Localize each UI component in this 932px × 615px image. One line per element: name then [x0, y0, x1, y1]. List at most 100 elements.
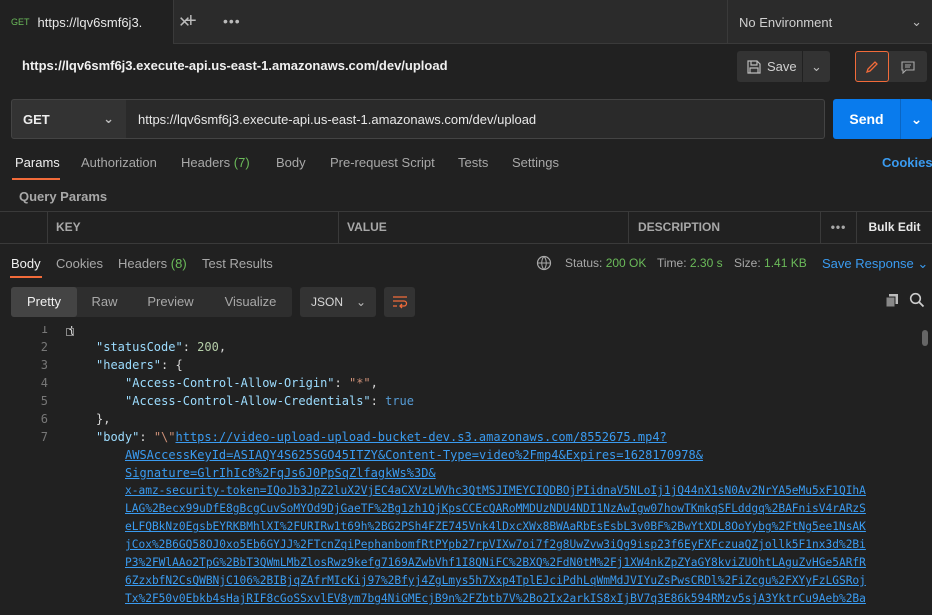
line-number: 7	[40, 430, 48, 444]
line-number: 5	[40, 394, 48, 408]
fold-toggle-icon[interactable]	[66, 328, 74, 336]
line-number: 3	[40, 358, 48, 372]
tab-params[interactable]: Params	[15, 155, 60, 170]
tab-headers-count: (7)	[233, 155, 250, 170]
presigned-url-link[interactable]: jCox%2B6GQ58OJ0xo5Eb6GYJJ%2FTcnZqiPephan…	[125, 536, 866, 554]
environment-selector[interactable]: No Environment ⌄	[727, 0, 932, 44]
tab-body[interactable]: Body	[276, 155, 306, 170]
tab-method: GET	[11, 17, 30, 27]
presigned-url-link[interactable]: https://video-upload-upload-bucket-dev.s…	[176, 430, 667, 444]
send-button[interactable]: Send	[833, 99, 901, 139]
scrollbar-thumb[interactable]	[922, 330, 928, 346]
url-input[interactable]: https://lqv6smf6j3.execute-api.us-east-1…	[126, 99, 825, 139]
active-response-tab-indicator	[10, 276, 42, 278]
presigned-url-link[interactable]: Signature=GlrIhIc8%2FqJs6J0PpSqZlfagkWs%…	[125, 464, 436, 482]
new-tab-plus-icon[interactable]: +	[185, 10, 197, 33]
response-body-viewer[interactable]: 1{ 2 "statusCode": 200, 3 "headers": { 4 "A…	[0, 326, 932, 615]
presigned-url-link[interactable]: Tx%2F50v0Ebkb4sHajRIF8cGoSSxvlEV8ym7bg4N…	[125, 590, 866, 608]
wrap-icon	[392, 296, 407, 309]
comments-button[interactable]	[889, 51, 927, 82]
status-value: 200 OK	[605, 256, 647, 270]
response-tab-headers[interactable]: Headers (8)	[118, 256, 187, 271]
row-checkbox-column	[0, 212, 48, 243]
save-label: Save	[767, 59, 797, 74]
language-select[interactable]: JSON ⌄	[300, 287, 376, 317]
method-select[interactable]: GET ⌄	[11, 99, 127, 139]
save-button[interactable]: Save	[737, 51, 803, 82]
request-tab[interactable]: GET https://lqv6smf6j3. ✕	[0, 0, 191, 44]
request-tabs: Params Authorization Headers (7) Body Pr…	[0, 155, 932, 177]
edit-mode-button[interactable]	[855, 51, 889, 82]
globe-icon[interactable]	[536, 255, 552, 274]
search-icon[interactable]	[909, 292, 925, 311]
cookies-link[interactable]: Cookies	[882, 155, 932, 170]
line-number: 2	[40, 340, 48, 354]
column-value: VALUE	[339, 212, 629, 243]
environment-label: No Environment	[739, 14, 833, 30]
response-tab-test-results[interactable]: Test Results	[202, 256, 273, 271]
tab-tests[interactable]: Tests	[458, 155, 488, 170]
view-mode-toggle	[855, 51, 927, 82]
response-tab-cookies[interactable]: Cookies	[56, 256, 103, 271]
tab-authorization[interactable]: Authorization	[81, 155, 157, 170]
params-table-header: KEY VALUE DESCRIPTION ••• Bulk Edit	[0, 211, 932, 244]
more-tabs-icon[interactable]: •••	[223, 13, 241, 29]
comment-icon	[901, 60, 915, 74]
status-label: Status:	[565, 256, 603, 270]
json-value: "\"	[153, 430, 176, 444]
line-number: 4	[40, 376, 48, 390]
save-button-group: Save ⌄	[737, 51, 830, 82]
save-response-button[interactable]: Save Response ⌄	[822, 256, 928, 272]
json-key: "Access-Control-Allow-Credentials"	[125, 394, 371, 408]
save-response-label: Save Response	[822, 256, 914, 271]
json-value: 200	[197, 340, 219, 354]
query-params-title: Query Params	[19, 189, 108, 204]
json-key: "headers"	[96, 358, 162, 372]
line-number: 1	[40, 326, 48, 336]
column-key: KEY	[48, 212, 339, 243]
pencil-icon	[865, 60, 878, 73]
presigned-url-link[interactable]: AWSAccessKeyId=ASIAQY4S625SGO45ITZY&Cont…	[125, 446, 703, 464]
request-title: https://lqv6smf6j3.execute-api.us-east-1…	[22, 58, 448, 73]
size-info: Size: 1.41 KB	[734, 256, 807, 270]
presigned-url-link[interactable]: LAG%2Becx99uDfE8gBcgCuvSoMYOd9DjGaeTF%2B…	[125, 500, 866, 518]
tab-title: https://lqv6smf6j3.	[37, 14, 143, 30]
response-tab-body[interactable]: Body	[11, 256, 41, 271]
chevron-down-icon: ⌄	[911, 14, 922, 29]
presigned-url-link[interactable]: eLFQBkNz0EgsbEYRKBMhlXI%2FURIRw1t69h%2BG…	[125, 518, 866, 536]
wrap-lines-button[interactable]	[384, 287, 415, 317]
format-pretty[interactable]: Pretty	[11, 287, 77, 317]
status-info: Status: 200 OK	[565, 256, 646, 270]
tab-headers[interactable]: Headers (7)	[181, 155, 250, 170]
format-tabs: Pretty Raw Preview Visualize	[11, 287, 292, 317]
presigned-url-link[interactable]: P3%2FWlAAo2TpG%2BbT3QWmLMbZlosRwz9kefg71…	[125, 554, 866, 572]
column-description: DESCRIPTION	[629, 212, 821, 243]
json-value: true	[385, 394, 414, 408]
method-value: GET	[23, 111, 50, 127]
save-icon	[747, 59, 761, 74]
tab-headers-label: Headers	[181, 155, 231, 170]
json-key: "statusCode"	[96, 340, 183, 354]
format-preview[interactable]: Preview	[132, 287, 209, 317]
format-raw[interactable]: Raw	[77, 287, 132, 317]
bulk-edit-button[interactable]: Bulk Edit	[857, 212, 932, 243]
time-label: Time:	[657, 256, 687, 270]
copy-icon[interactable]	[884, 292, 900, 311]
format-visualize[interactable]: Visualize	[209, 287, 292, 317]
time-info: Time: 2.30 s	[657, 256, 723, 270]
chevron-down-icon: ⌄	[917, 256, 929, 271]
active-tab-indicator	[12, 178, 60, 180]
presigned-url-link[interactable]: x-amz-security-token=IQoJb3JpZ2luX2VjEC4…	[125, 482, 866, 500]
presigned-url-link[interactable]: 6ZzxbfN2CsQWBNjC106%2BIBjqZAfrMIcKij97%2…	[125, 572, 866, 590]
tab-settings[interactable]: Settings	[512, 155, 559, 170]
response-bar: Body Cookies Headers (8) Test Results St…	[0, 252, 932, 276]
json-value: "*"	[348, 376, 371, 390]
time-value: 2.30 s	[689, 256, 723, 270]
save-options-chevron-icon[interactable]: ⌄	[803, 59, 830, 75]
send-options-chevron-icon[interactable]: ⌄	[901, 111, 932, 128]
more-options-icon[interactable]: •••	[821, 212, 857, 243]
send-button-group: Send ⌄	[833, 99, 932, 139]
tab-prerequest[interactable]: Pre-request Script	[330, 155, 435, 170]
line-number: 6	[40, 412, 48, 426]
chevron-down-icon: ⌄	[103, 111, 114, 126]
